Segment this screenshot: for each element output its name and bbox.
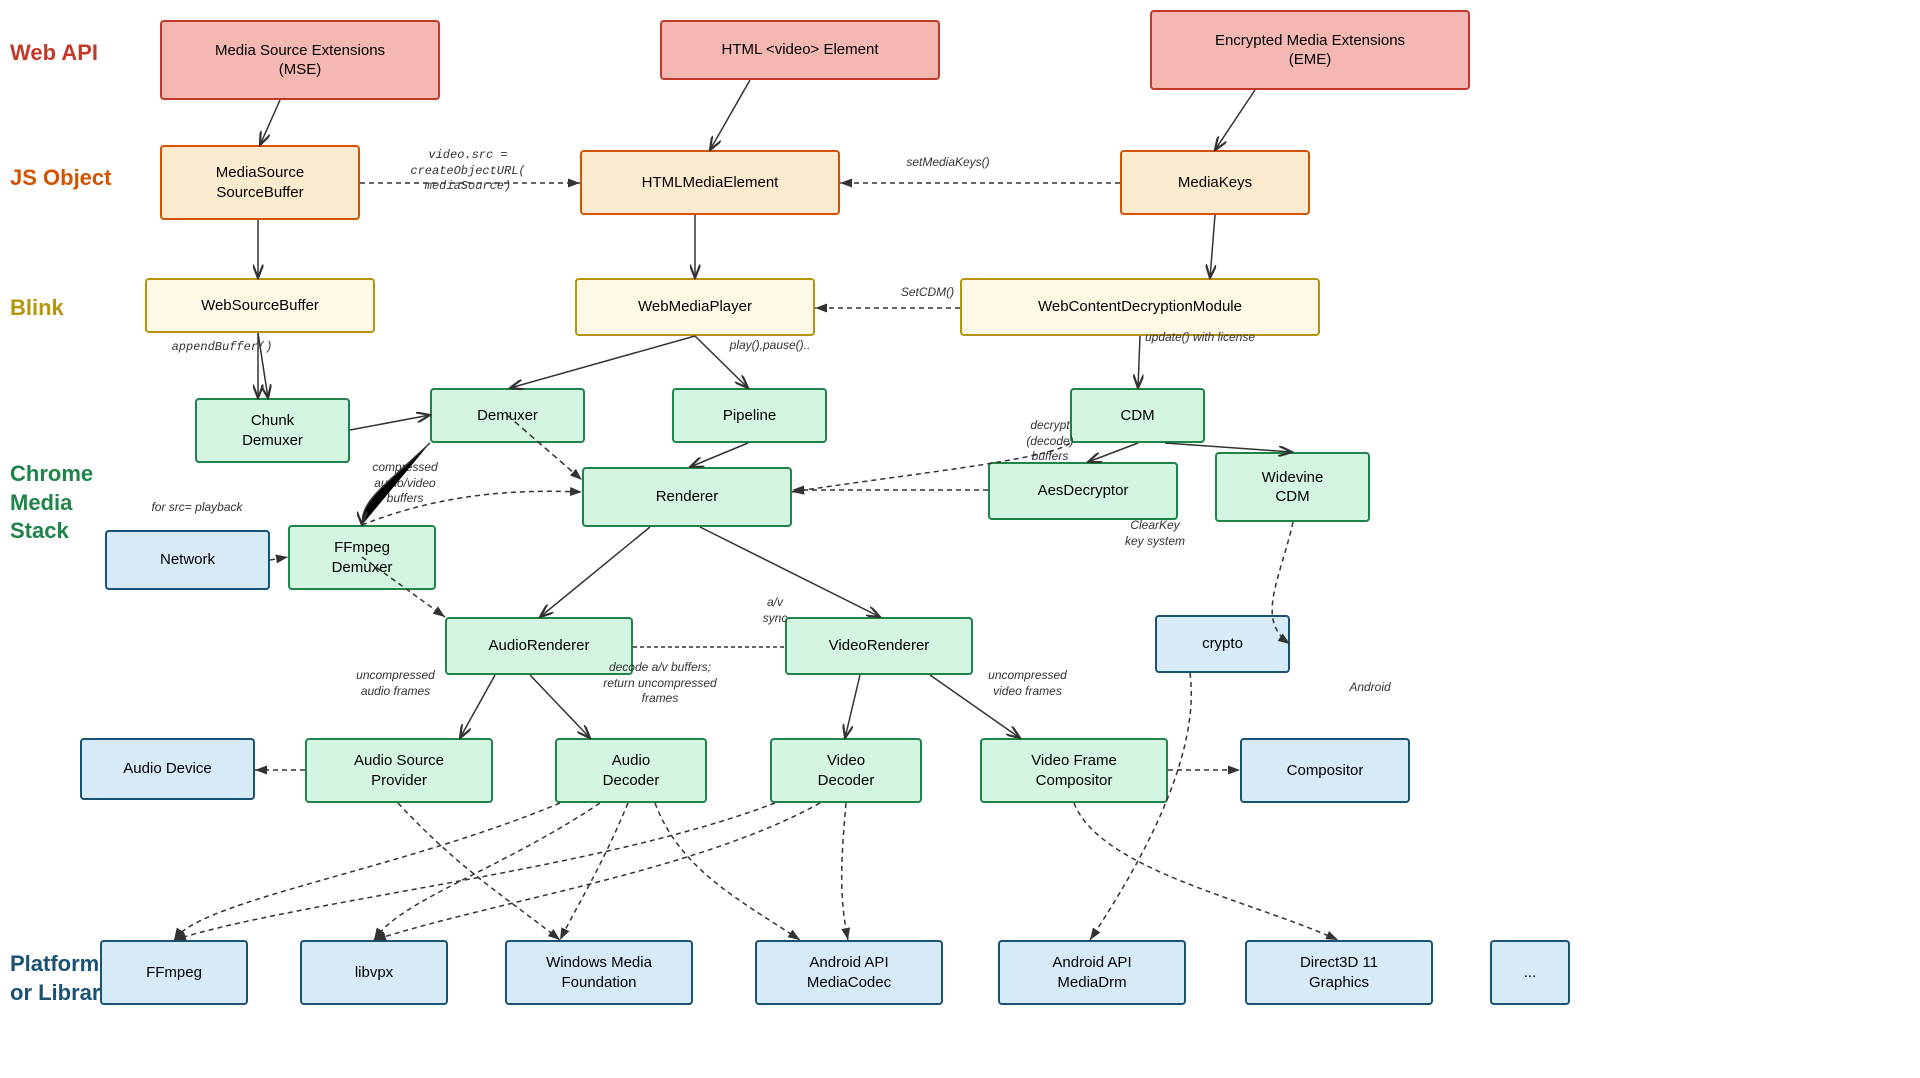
- node-webcontentdecryptionmodule: WebContentDecryptionModule: [960, 278, 1320, 336]
- node-compositor: Compositor: [1240, 738, 1410, 803]
- node-crypto: crypto: [1155, 615, 1290, 673]
- node-video-frame-compositor: Video Frame Compositor: [980, 738, 1168, 803]
- node-pipeline: Pipeline: [672, 388, 827, 443]
- node-mediakeys: MediaKeys: [1120, 150, 1310, 215]
- label-av-sync: a/v sync: [745, 595, 805, 626]
- node-chunk-demuxer: Chunk Demuxer: [195, 398, 350, 463]
- node-ffmpeg-demuxer: FFmpeg Demuxer: [288, 525, 436, 590]
- label-android: Android: [1330, 680, 1410, 696]
- label-decrypt: decrypt (decode) buffers: [1000, 418, 1100, 465]
- label-for-src: for src= playback: [112, 500, 282, 516]
- node-libvpx: libvpx: [300, 940, 448, 1005]
- diagram-container: Web API JS Object Blink Chrome Media Sta…: [0, 0, 1920, 1078]
- label-chrome-media-stack: Chrome Media Stack: [10, 460, 93, 546]
- node-direct3d: Direct3D 11 Graphics: [1245, 940, 1433, 1005]
- label-platform: Platform or Library: [10, 950, 113, 1007]
- node-mediasource: MediaSource SourceBuffer: [160, 145, 360, 220]
- node-htmlmediaelement: HTMLMediaElement: [580, 150, 840, 215]
- node-demuxer: Demuxer: [430, 388, 585, 443]
- label-set-cdm: SetCDM(): [870, 285, 985, 301]
- node-video-decoder: Video Decoder: [770, 738, 922, 803]
- node-ffmpeg: FFmpeg: [100, 940, 248, 1005]
- node-aesdecryptor: AesDecryptor: [988, 462, 1178, 520]
- label-blink: Blink: [10, 295, 64, 321]
- label-set-media-keys: setMediaKeys(): [868, 155, 1028, 171]
- node-windows-media-foundation: Windows Media Foundation: [505, 940, 693, 1005]
- label-uncompressed-video: uncompressed video frames: [960, 668, 1095, 699]
- node-android-mediacodec: Android API MediaCodec: [755, 940, 943, 1005]
- node-audio-device: Audio Device: [80, 738, 255, 800]
- label-uncompressed-audio: uncompressed audio frames: [328, 668, 463, 699]
- node-mse: Media Source Extensions (MSE): [160, 20, 440, 100]
- label-js-object: JS Object: [10, 165, 111, 191]
- node-audio-source-provider: Audio Source Provider: [305, 738, 493, 803]
- node-html-video: HTML <video> Element: [660, 20, 940, 80]
- node-widevine-cdm: Widevine CDM: [1215, 452, 1370, 522]
- label-decode: decode a/v buffers; return uncompressed …: [555, 660, 765, 707]
- node-webmediaplayer: WebMediaPlayer: [575, 278, 815, 336]
- label-update-license: update() with license: [1090, 330, 1310, 346]
- label-append-buffer: appendBuffer(): [147, 340, 297, 356]
- node-android-mediadrm: Android API MediaDrm: [998, 940, 1186, 1005]
- label-clearkey: ClearKey key system: [1090, 518, 1220, 549]
- label-web-api: Web API: [10, 40, 98, 66]
- label-play-pause: play(),pause()..: [685, 338, 855, 354]
- node-eme: Encrypted Media Extensions (EME): [1150, 10, 1470, 90]
- node-websourcebuffer: WebSourceBuffer: [145, 278, 375, 333]
- node-renderer: Renderer: [582, 467, 792, 527]
- node-audio-decoder: Audio Decoder: [555, 738, 707, 803]
- node-network: Network: [105, 530, 270, 590]
- node-dots: ...: [1490, 940, 1570, 1005]
- label-video-src: video.src = createObjectURL( mediaSource…: [368, 148, 568, 195]
- label-compressed: compressed audio/video buffers: [340, 460, 470, 507]
- node-video-renderer: VideoRenderer: [785, 617, 973, 675]
